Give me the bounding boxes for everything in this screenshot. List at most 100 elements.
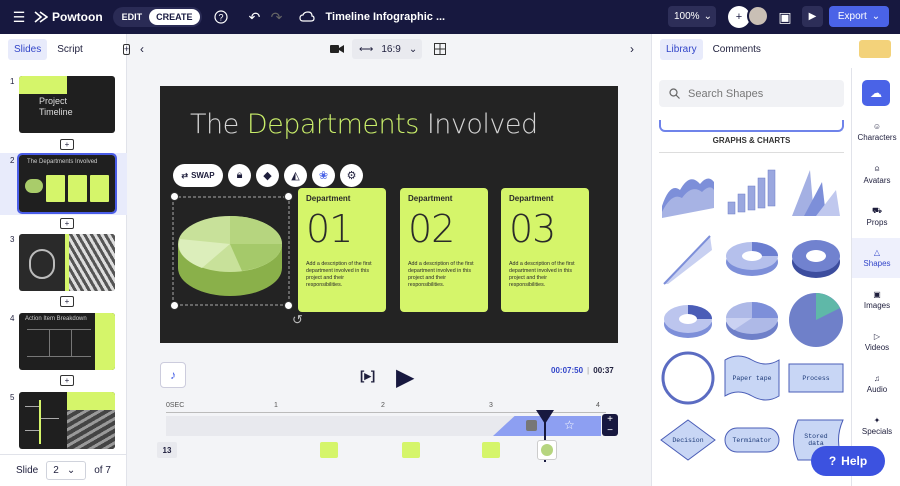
tab-library[interactable]: Library [660, 38, 703, 60]
export-button[interactable]: Export ⌄ [829, 6, 889, 27]
mode-toggle[interactable]: EDIT CREATE [112, 7, 202, 27]
card-number: 01 [306, 207, 353, 251]
play-selection-icon[interactable]: [▸] [360, 368, 375, 384]
shape-paper-tape[interactable]: Paper tape [724, 350, 780, 406]
thumb-title: Project Timeline [39, 96, 73, 117]
add-slide-after-icon[interactable]: + [60, 218, 74, 229]
star-icon[interactable]: ☆ [564, 418, 575, 432]
undo-icon[interactable]: ↶ [244, 6, 266, 28]
category-label: Audio [866, 385, 888, 394]
tab-slides[interactable]: Slides [8, 38, 48, 60]
play-button[interactable]: ▶ [396, 363, 414, 392]
redo-icon[interactable]: ↷ [266, 6, 288, 28]
category-label: Specials [861, 427, 893, 436]
zoom-select[interactable]: 100% ⌄ [668, 6, 716, 27]
department-card-1[interactable]: Department 01 Add a description of the f… [298, 188, 386, 312]
slide-thumbnail-3[interactable]: 3 [0, 232, 127, 294]
layer-marker[interactable] [482, 442, 500, 458]
slide-canvas[interactable]: The Departments Involved ↺ Department 01… [160, 86, 618, 343]
slide-thumbnail-4[interactable]: 4 Action Item Breakdown [0, 311, 127, 373]
resize-icon: ⟷ [359, 43, 374, 55]
shape-label: Process [802, 374, 830, 382]
pie-chart-shape[interactable] [172, 194, 292, 309]
lock-icon[interactable]: 🔒︎ [228, 164, 251, 187]
search-input[interactable]: Search Shapes [659, 80, 844, 107]
shape-label: Decision [672, 436, 704, 444]
category-shapes[interactable]: △ Shapes [852, 238, 900, 278]
slide-thumbnail-5[interactable]: 5 [0, 390, 127, 452]
tab-script[interactable]: Script [51, 39, 89, 60]
slide-thumbnail-2[interactable]: 2 The Departments Involved [0, 153, 127, 215]
menu-icon[interactable]: ☰ [8, 6, 30, 28]
search-placeholder: Search Shapes [688, 87, 764, 100]
settings-gear-icon[interactable]: ⚙ [340, 164, 363, 187]
shape-peak-chart[interactable] [788, 162, 844, 218]
user-badge[interactable] [859, 40, 891, 58]
help-circle-icon[interactable]: ? [210, 6, 232, 28]
shape-pie-3d[interactable] [724, 292, 780, 348]
department-card-2[interactable]: Department 02 Add a description of the f… [400, 188, 488, 312]
shape-bar-chart-3d[interactable] [724, 162, 780, 218]
shape-pie-flat[interactable] [788, 292, 844, 348]
rotate-handle-icon[interactable]: ↺ [292, 312, 303, 328]
shape-process[interactable]: Process [788, 350, 844, 406]
swap-button[interactable]: ⇄ SWAP [173, 164, 223, 187]
add-slide-after-icon[interactable]: + [60, 375, 74, 386]
layer-marker[interactable] [402, 442, 420, 458]
category-label: Images [863, 301, 891, 310]
shape-line-area[interactable] [660, 230, 716, 286]
category-label: Avatars [863, 175, 891, 185]
camera-icon[interactable] [330, 44, 344, 54]
shape-donut-split[interactable] [660, 292, 716, 348]
category-specials[interactable]: ✦ Specials [852, 406, 900, 446]
layer-marker-selected[interactable] [537, 440, 557, 460]
cloud-save-icon[interactable] [296, 6, 318, 28]
upload-cloud-icon[interactable]: ☁ [862, 80, 890, 106]
avatar[interactable] [747, 5, 769, 27]
grid-icon[interactable] [434, 43, 446, 55]
timeline-panel: ♪ [▸] ▶ 00:07:50 | 00:37 0SEC 1 2 3 4 ☆ + −… [128, 356, 650, 486]
aspect-ratio-select[interactable]: ⟷ 16:9 ⌄ [352, 39, 422, 59]
shape-decision[interactable]: Decision [660, 412, 716, 468]
tab-comments[interactable]: Comments [707, 39, 767, 60]
category-images[interactable]: ▣ Images [852, 280, 900, 320]
slide-thumbnail-1[interactable]: 1 Project Timeline [0, 74, 127, 136]
category-props[interactable]: ⛟ Props [852, 196, 900, 236]
shape-circle-ring[interactable] [660, 350, 716, 406]
card-label: Department [408, 194, 453, 203]
slide-number-select[interactable]: 2 ⌄ [46, 461, 87, 480]
zoom-stepper[interactable]: + − [602, 414, 618, 436]
presentation-icon[interactable]: ▣ [774, 6, 796, 28]
shape-ring-3d[interactable] [788, 230, 844, 286]
department-card-3[interactable]: Department 03 Add a description of the f… [501, 188, 589, 312]
slide-preview: The Departments Involved [17, 153, 117, 214]
shape-donut-3d[interactable] [724, 230, 780, 286]
category-videos[interactable]: ▷ Videos [852, 322, 900, 362]
create-mode-button[interactable]: CREATE [149, 9, 200, 25]
add-slide-after-icon[interactable]: + [60, 296, 74, 307]
play-icon: ▶ [808, 11, 817, 22]
layer-marker[interactable] [320, 442, 338, 458]
category-avatars[interactable]: ⍝ Avatars [852, 154, 900, 194]
category-characters[interactable]: ☺ Characters [852, 112, 900, 152]
shape-area-chart[interactable] [660, 162, 716, 218]
music-note-icon[interactable]: ♪ [160, 362, 186, 388]
tick-label: 0SEC [166, 402, 185, 409]
shape-terminator[interactable]: Terminator [724, 412, 780, 468]
edit-mode-button[interactable]: EDIT [115, 9, 150, 25]
add-slide-after-icon[interactable]: + [60, 139, 74, 150]
play-preview-button[interactable]: ▶ [802, 6, 823, 27]
card-description: Add a description of the first departmen… [509, 261, 575, 288]
prev-slide-icon[interactable]: ‹ [140, 42, 144, 56]
color-icon[interactable]: ❀ [312, 164, 335, 187]
category-audio[interactable]: ♫ Audio [852, 364, 900, 404]
cube-icon[interactable]: ◆ [256, 164, 279, 187]
next-slide-icon[interactable]: › [630, 42, 634, 56]
logo[interactable]: Powtoon [34, 10, 103, 24]
top-bar: ☰ Powtoon EDIT CREATE ? ↶ ↷ Timeline Inf… [0, 0, 900, 34]
flip-icon[interactable]: ◭ [284, 164, 307, 187]
slide-preview [19, 234, 115, 291]
help-button[interactable]: ? Help [811, 446, 885, 476]
document-title[interactable]: Timeline Infographic ... [326, 11, 446, 23]
slide-title[interactable]: The Departments Involved [190, 109, 538, 140]
